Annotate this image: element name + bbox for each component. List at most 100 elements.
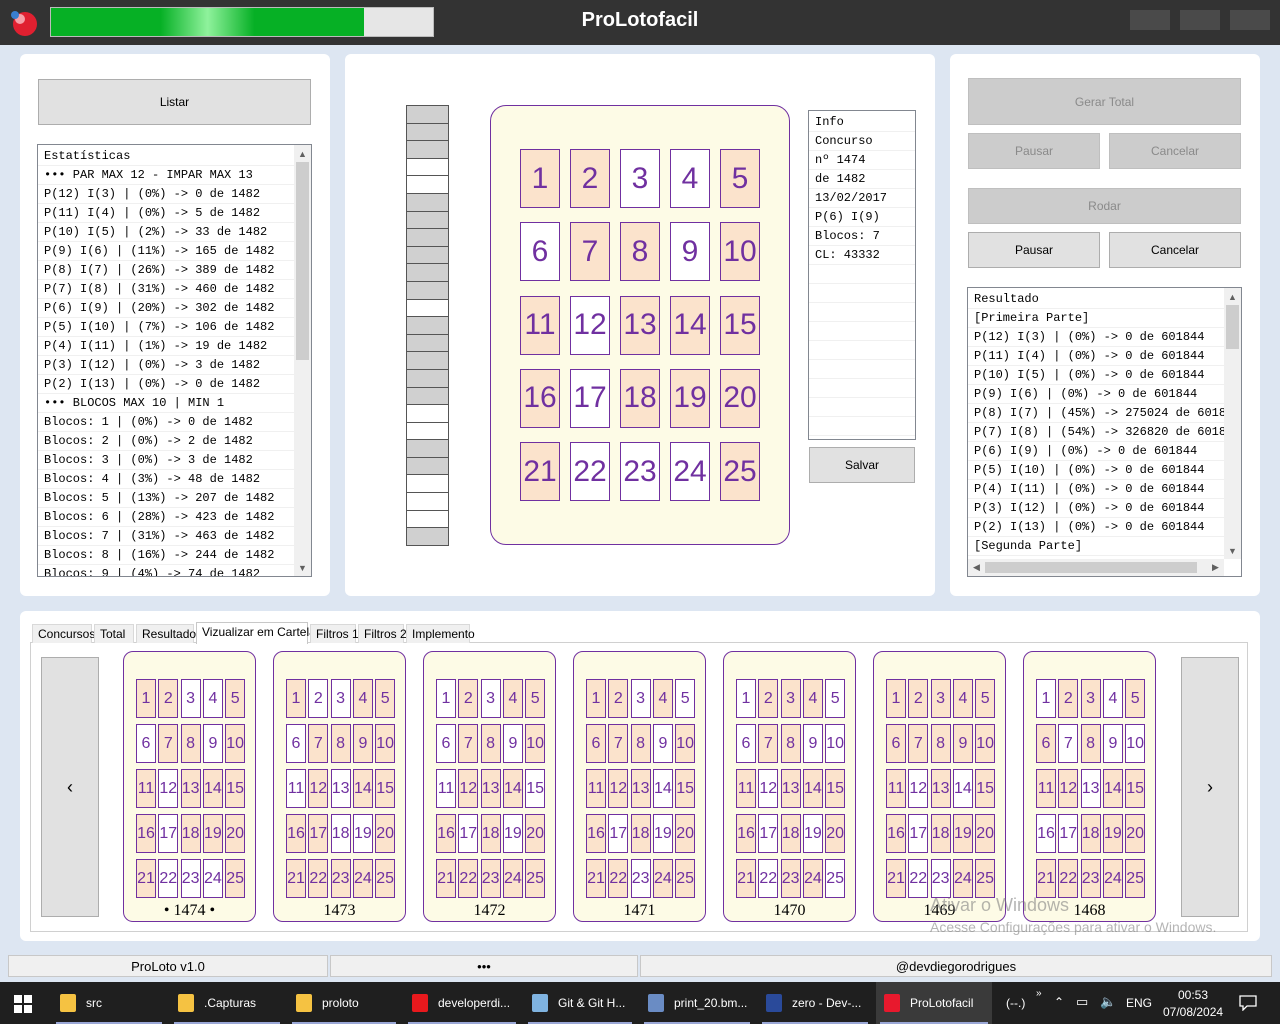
- window-title: ProLotofacil: [581, 9, 699, 31]
- scroll-right-icon[interactable]: ▶: [1207, 559, 1224, 576]
- strip-cell: [407, 106, 448, 124]
- card-number: 22: [608, 859, 629, 898]
- stats-scrollbar[interactable]: ▲ ▼: [294, 145, 311, 576]
- pausar-run-button[interactable]: Pausar: [968, 232, 1100, 268]
- info-line: Info: [809, 113, 915, 132]
- result-listbox[interactable]: Resultado [Primeira Parte] P(12) I(3) | (0…: [967, 287, 1242, 577]
- notifications-icon[interactable]: [1239, 995, 1257, 1011]
- card-number: 7: [1058, 724, 1079, 763]
- tab-vizualizar-em-cartelas[interactable]: Vizualizar em Cartelas: [196, 622, 322, 644]
- scroll-thumb[interactable]: [296, 162, 309, 360]
- clock-time[interactable]: 00:53: [1163, 988, 1223, 1002]
- cancelar-run-button[interactable]: Cancelar: [1109, 232, 1241, 268]
- strip-cell: [407, 211, 448, 230]
- tab-filtros-1[interactable]: Filtros 1: [310, 624, 359, 643]
- network-icon[interactable]: ▭: [1076, 994, 1088, 1010]
- minimize-button[interactable]: [1130, 10, 1170, 30]
- clock-date[interactable]: 07/08/2024: [1163, 1005, 1223, 1019]
- card-number: 11: [136, 769, 156, 808]
- card-number: 10: [1125, 724, 1146, 763]
- card-number: 18: [480, 814, 501, 853]
- scroll-thumb[interactable]: [1226, 305, 1239, 349]
- card-number: 13: [630, 769, 651, 808]
- next-button[interactable]: ›: [1181, 657, 1239, 917]
- result-card[interactable]: 1 2 3 4 5 6 7 8 9 10 11 12 13 14 15 16 17 18 19 20 21 22 23 24 2…: [573, 651, 706, 922]
- taskbar-item[interactable]: print_20.bm...: [640, 982, 754, 1024]
- list-item: Blocos: 1 | (0%) -> 0 de 1482: [38, 413, 294, 432]
- rodar-button[interactable]: Rodar: [968, 188, 1241, 224]
- pausar-button[interactable]: Pausar: [968, 133, 1100, 169]
- list-item: P(5) I(10) | (7%) -> 106 de 1482: [38, 318, 294, 337]
- result-card[interactable]: 1 2 3 4 5 6 7 8 9 10 11 12 13 14 15 16 17 18 19 20 21 22 23 24 2…: [273, 651, 406, 922]
- list-item: P(3) I(12) | (0%) -> 0 de 601844: [968, 499, 1224, 518]
- taskbar-item-label: src: [86, 996, 102, 1010]
- taskbar-item[interactable]: developerdi...: [404, 982, 520, 1024]
- cancelar-button[interactable]: Cancelar: [1109, 133, 1241, 169]
- card-number: 21: [886, 859, 906, 898]
- card-number: 13: [780, 769, 801, 808]
- title-bar: ProLotofacil: [0, 0, 1280, 45]
- tab-resultado[interactable]: Resultado: [136, 624, 196, 643]
- scroll-down-icon[interactable]: ▼: [294, 559, 311, 576]
- prev-button[interactable]: ‹: [41, 657, 99, 917]
- taskbar-item[interactable]: proloto: [288, 982, 400, 1024]
- windows-start-icon[interactable]: [14, 995, 32, 1013]
- taskbar-item[interactable]: zero - Dev-...: [758, 982, 872, 1024]
- taskbar-item[interactable]: .Capturas: [170, 982, 284, 1024]
- result-hscrollbar[interactable]: ◀ ▶: [968, 559, 1224, 576]
- language-indicator[interactable]: ENG: [1126, 996, 1152, 1010]
- tab-total[interactable]: Total: [94, 624, 134, 643]
- hscroll-thumb[interactable]: [985, 562, 1197, 573]
- scroll-up-icon[interactable]: ▲: [1224, 288, 1241, 305]
- gerar-total-button[interactable]: Gerar Total: [968, 78, 1241, 125]
- card-number: 11: [886, 769, 906, 808]
- card-number: 7: [608, 724, 629, 763]
- taskbar-item[interactable]: Git & Git H...: [524, 982, 636, 1024]
- card-number: 8: [330, 724, 351, 763]
- info-line: CL: 43332: [809, 246, 915, 265]
- card-number: 24: [202, 859, 223, 898]
- strip-cell: [407, 300, 448, 318]
- result-card[interactable]: 1 2 3 4 5 6 7 8 9 10 11 12 13 14 15 16 17 18 19 20 21 22 23 24 2…: [1023, 651, 1156, 922]
- card-number: 4: [352, 679, 373, 718]
- statistics-listbox[interactable]: Estatísticas ••• PAR MAX 12 - IMPAR MAX 1…: [37, 144, 312, 577]
- card-number: 16: [436, 814, 456, 853]
- list-item: Blocos: 9 | (4%) -> 74 de 1482: [38, 565, 294, 576]
- card-number: 12: [308, 769, 329, 808]
- result-vscrollbar[interactable]: ▲ ▼: [1224, 288, 1241, 559]
- list-item: Resultado: [968, 290, 1224, 309]
- info-line: [809, 303, 915, 322]
- tray-chevron-icon[interactable]: ⌃: [1054, 995, 1064, 1009]
- list-item: ••• PAR MAX 12 - IMPAR MAX 13: [38, 166, 294, 185]
- card-number: 23: [930, 859, 951, 898]
- status-author: @devdiegorodrigues: [640, 955, 1272, 977]
- tray-text[interactable]: (--.): [1006, 996, 1025, 1010]
- card-number: 19: [502, 814, 523, 853]
- card-number: 17: [908, 814, 929, 853]
- card-number: 16: [286, 814, 306, 853]
- volume-icon[interactable]: 🔈: [1100, 994, 1116, 1010]
- tray-overflow-icon[interactable]: »: [1036, 988, 1042, 999]
- result-card[interactable]: 1 2 3 4 5 6 7 8 9 10 11 12 13 14 15 16 17 18 19 20 21 22 23 24 2…: [873, 651, 1006, 922]
- taskbar-item[interactable]: ProLotofacil: [876, 982, 992, 1024]
- tab-implemento[interactable]: Implemento: [406, 624, 475, 643]
- taskbar-item-label: developerdi...: [438, 996, 511, 1010]
- result-card[interactable]: 1 2 3 4 5 6 7 8 9 10 11 12 13 14 15 16 17 18 19 20 21 22 23 24 2…: [123, 651, 256, 922]
- result-card[interactable]: 1 2 3 4 5 6 7 8 9 10 11 12 13 14 15 16 17 18 19 20 21 22 23 24 2…: [723, 651, 856, 922]
- maximize-button[interactable]: [1180, 10, 1220, 30]
- result-card[interactable]: 1 2 3 4 5 6 7 8 9 10 11 12 13 14 15 16 17 18 19 20 21 22 23 24 2…: [423, 651, 556, 922]
- salvar-button[interactable]: Salvar: [809, 447, 915, 483]
- scroll-left-icon[interactable]: ◀: [968, 559, 985, 576]
- list-item: Blocos: 3 | (0%) -> 3 de 1482: [38, 451, 294, 470]
- card-number: 7: [570, 222, 610, 282]
- tab-filtros-2[interactable]: Filtros 2: [358, 624, 407, 643]
- list-item: P(11) I(4) | (0%) -> 0 de 601844: [968, 347, 1224, 366]
- listar-button[interactable]: Listar: [38, 79, 311, 125]
- card-number: 5: [720, 149, 760, 208]
- card-number: 17: [1058, 814, 1079, 853]
- scroll-up-icon[interactable]: ▲: [294, 145, 311, 162]
- scroll-down-icon[interactable]: ▼: [1224, 542, 1241, 559]
- tab-concursos[interactable]: Concursos: [32, 624, 95, 643]
- close-button[interactable]: [1230, 10, 1270, 30]
- taskbar-item[interactable]: src: [52, 982, 166, 1024]
